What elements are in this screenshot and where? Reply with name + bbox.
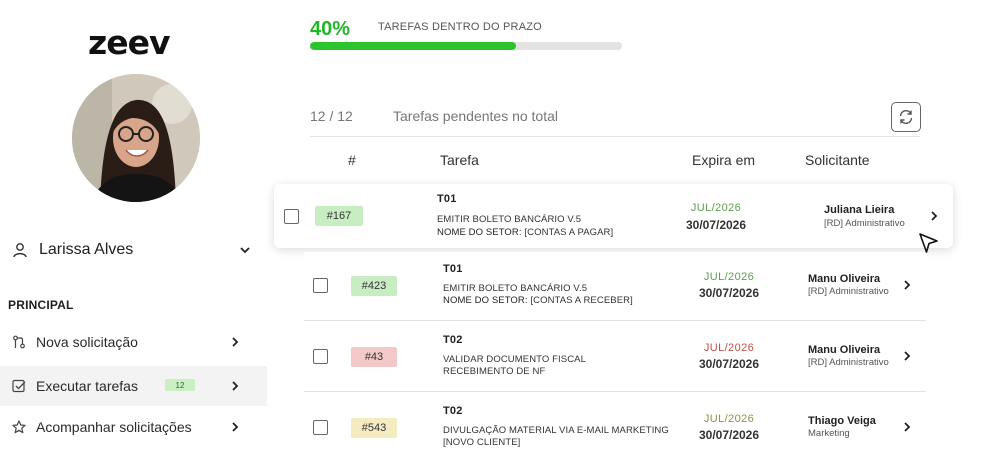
- chevron-down-icon[interactable]: [238, 243, 252, 257]
- table-row[interactable]: #423 T01 EMITIR BOLETO BANCÁRIO V.5 NOME…: [304, 252, 926, 320]
- task-title: EMITIR BOLETO BANCÁRIO V.5: [437, 214, 582, 225]
- expire-month: JUL/2026: [690, 202, 742, 214]
- pending-label: Tarefas pendentes no total: [393, 108, 559, 124]
- zeev-logo[interactable]: zeev: [88, 28, 186, 58]
- sector-value: RECEBIMENTO DE NF: [443, 366, 546, 377]
- sidebar-item-label: Executar tarefas: [36, 378, 138, 394]
- row-checkbox[interactable]: [313, 278, 328, 293]
- chevron-right-icon: [232, 381, 239, 391]
- section-label: PRINCIPAL: [8, 298, 74, 312]
- row-checkbox[interactable]: [313, 420, 328, 435]
- sidebar: zeev Larissa Alves PRINCIPAL Nova solici…: [0, 0, 267, 468]
- requester-dept: [RD] Administrativo: [824, 218, 905, 229]
- mouse-pointer-icon: [919, 233, 938, 253]
- column-header-expires: Expira em: [692, 152, 756, 168]
- task-code: T01: [437, 193, 457, 205]
- column-header-task: Tarefa: [440, 152, 479, 168]
- requester-name: Manu Oliveira: [808, 273, 881, 285]
- task-sector: NOME DO SETOR: [CONTAS A RECEBER]: [443, 295, 633, 306]
- expire-month: JUL/2026: [703, 413, 755, 425]
- column-header-requester: Solicitante: [805, 152, 870, 168]
- expire-date: 30/07/2026: [698, 357, 760, 371]
- sidebar-item-label: Nova solicitação: [36, 334, 138, 350]
- row-checkbox[interactable]: [313, 349, 328, 364]
- sector-label: NOME DO SETOR:: [443, 295, 528, 306]
- table-row[interactable]: #543 T02 DIVULGAÇÃO MATERIAL VIA E-MAIL …: [304, 393, 926, 468]
- table-row[interactable]: #43 T02 VALIDAR DOCUMENTO FISCAL RECEBIM…: [304, 322, 926, 390]
- sector-label: NOME DO SETOR:: [437, 227, 522, 238]
- task-code: T01: [443, 263, 463, 275]
- expire-date: 30/07/2026: [698, 428, 760, 442]
- sector-value: [NOVO CLIENTE]: [443, 437, 521, 448]
- task-code: T02: [443, 334, 463, 346]
- task-id-badge: #543: [351, 418, 397, 438]
- requester-name: Manu Oliveira: [808, 344, 881, 356]
- chevron-right-icon: [232, 422, 239, 432]
- star-icon: [12, 420, 26, 434]
- progress-bar: [310, 42, 622, 50]
- expire-date: 30/07/2026: [685, 218, 747, 232]
- progress-label: TAREFAS DENTRO DO PRAZO: [378, 21, 542, 33]
- requester-name: Thiago Veiga: [808, 415, 876, 427]
- pending-count: 12 / 12: [310, 108, 353, 124]
- expire-month: JUL/2026: [703, 271, 755, 283]
- progress-fill: [310, 42, 516, 50]
- user-icon: [13, 243, 27, 258]
- table-row[interactable]: #167 T01 EMITIR BOLETO BANCÁRIO V.5 NOME…: [274, 184, 953, 248]
- task-sector: [NOVO CLIENTE]: [443, 437, 520, 448]
- svg-text:zeev: zeev: [88, 28, 171, 58]
- task-id-badge: #43: [351, 347, 397, 367]
- chevron-right-icon[interactable]: [902, 349, 912, 363]
- row-checkbox[interactable]: [284, 209, 299, 224]
- task-code: T02: [443, 405, 463, 417]
- requester-dept: [RD] Administrativo: [808, 286, 889, 297]
- sidebar-item-nova-solicitacao[interactable]: Nova solicitação: [0, 322, 267, 362]
- sidebar-item-label: Acompanhar solicitações: [36, 419, 192, 435]
- checkbox-icon: [12, 379, 26, 393]
- sector-value: [CONTAS A RECEBER]: [530, 295, 633, 306]
- task-sector: NOME DO SETOR: [CONTAS A PAGAR]: [437, 227, 613, 238]
- column-header-number: #: [348, 152, 356, 168]
- chevron-right-icon[interactable]: [902, 278, 912, 292]
- chevron-right-icon: [232, 337, 239, 347]
- progress-percent: 40%: [310, 18, 351, 40]
- requester-dept: [RD] Administrativo: [808, 357, 889, 368]
- task-title: DIVULGAÇÃO MATERIAL VIA E-MAIL MARKETING: [443, 425, 669, 436]
- sidebar-item-executar-tarefas[interactable]: Executar tarefas 12: [0, 366, 267, 406]
- chevron-right-icon[interactable]: [902, 420, 912, 434]
- task-id-badge: #167: [315, 206, 363, 226]
- task-sector: RECEBIMENTO DE NF: [443, 366, 545, 377]
- divider: [310, 136, 920, 137]
- user-menu[interactable]: Larissa Alves: [12, 238, 252, 262]
- user-name: Larissa Alves: [39, 241, 134, 258]
- requester-name: Juliana Lieira: [824, 204, 895, 216]
- expire-month: JUL/2026: [703, 342, 755, 354]
- refresh-button[interactable]: [891, 102, 921, 132]
- chevron-right-icon[interactable]: [929, 209, 939, 223]
- avatar: [72, 74, 200, 202]
- requester-dept: Marketing: [808, 428, 850, 439]
- row-divider: [304, 320, 926, 321]
- git-pull-icon: [13, 335, 25, 349]
- task-title: VALIDAR DOCUMENTO FISCAL: [443, 354, 586, 365]
- task-title: EMITIR BOLETO BANCÁRIO V.5: [443, 283, 588, 294]
- count-badge: 12: [165, 379, 195, 391]
- expire-date: 30/07/2026: [698, 286, 760, 300]
- refresh-icon: [899, 110, 913, 124]
- row-divider: [304, 391, 926, 392]
- sector-value: [CONTAS A PAGAR]: [524, 227, 614, 238]
- task-id-badge: #423: [351, 276, 397, 296]
- sidebar-item-acompanhar-solicitacoes[interactable]: Acompanhar solicitações: [0, 407, 267, 447]
